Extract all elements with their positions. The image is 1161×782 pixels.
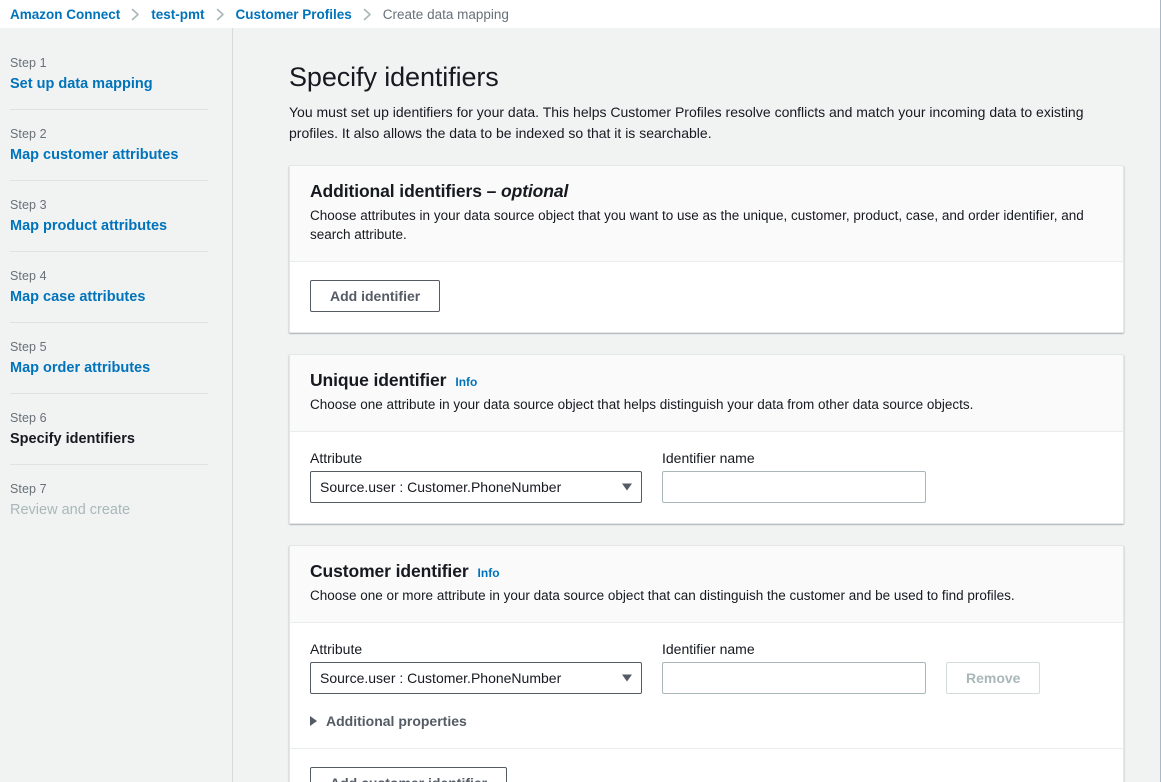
unique-identifier-info-link[interactable]: Info [455,375,477,389]
sidebar-step-7-number: Step 7 [10,482,208,496]
wizard-sidebar: Step 1 Set up data mapping Step 2 Map cu… [0,28,233,782]
unique-identifier-title-row: Unique identifier Info [310,370,1103,391]
sidebar-step-5-number: Step 5 [10,340,208,354]
sidebar-step-4: Step 4 Map case attributes [10,252,208,323]
sidebar-step-4-number: Step 4 [10,269,208,283]
breadcrumb-item-create-data-mapping: Create data mapping [383,7,509,22]
main-content: Specify identifiers You must set up iden… [233,28,1160,782]
breadcrumb: Amazon Connect test-pmt Customer Profile… [0,0,1160,28]
sidebar-step-3: Step 3 Map product attributes [10,181,208,252]
sidebar-step-1-label[interactable]: Set up data mapping [10,76,208,92]
sidebar-step-2: Step 2 Map customer attributes [10,110,208,181]
unique-identifier-attribute-select-wrap: Source.user : Customer.PhoneNumber [310,471,642,503]
additional-identifiers-optional-tag: optional [501,181,568,201]
additional-properties-label: Additional properties [326,713,467,729]
customer-identifier-card: Customer identifier Info Choose one or m… [289,545,1124,782]
add-identifier-button[interactable]: Add identifier [310,280,440,312]
customer-identifier-footer: Add customer identifier [310,749,1103,782]
customer-identifier-attribute-select[interactable]: Source.user : Customer.PhoneNumber [310,662,642,694]
unique-identifier-name-input[interactable] [662,471,926,503]
chevron-right-icon [310,716,317,726]
sidebar-step-4-label[interactable]: Map case attributes [10,289,208,305]
customer-identifier-info-link[interactable]: Info [478,566,500,580]
sidebar-step-6-number: Step 6 [10,411,208,425]
customer-identifier-body: Attribute Source.user : Customer.PhoneNu… [290,623,1123,782]
sidebar-step-1-number: Step 1 [10,56,208,70]
sidebar-step-3-number: Step 3 [10,198,208,212]
customer-identifier-attribute-select-wrap: Source.user : Customer.PhoneNumber [310,662,642,694]
customer-identifier-name-label: Identifier name [662,641,926,657]
additional-identifiers-title-row: Additional identifiers – optional [310,181,1103,202]
additional-identifiers-body: Add identifier [290,262,1123,332]
unique-identifier-field-row: Attribute Source.user : Customer.PhoneNu… [310,450,1103,503]
customer-identifier-name-input[interactable] [662,662,926,694]
customer-identifier-header: Customer identifier Info Choose one or m… [290,546,1123,623]
sidebar-step-6: Step 6 Specify identifiers [10,394,208,465]
chevron-right-icon [120,8,151,21]
additional-identifiers-title-text: Additional identifiers [310,181,482,201]
sidebar-step-5: Step 5 Map order attributes [10,323,208,394]
customer-identifier-attribute-label: Attribute [310,641,642,657]
breadcrumb-item-customer-profiles[interactable]: Customer Profiles [236,7,352,22]
page-content: Step 1 Set up data mapping Step 2 Map cu… [0,28,1160,782]
sidebar-step-7-label: Review and create [10,502,208,518]
sidebar-step-3-label[interactable]: Map product attributes [10,218,208,234]
unique-identifier-card: Unique identifier Info Choose one attrib… [289,354,1124,524]
chevron-right-icon [205,8,236,21]
unique-identifier-header: Unique identifier Info Choose one attrib… [290,355,1123,432]
breadcrumb-item-test-pmt[interactable]: test-pmt [151,7,204,22]
unique-identifier-name-label: Identifier name [662,450,926,466]
sidebar-step-5-label[interactable]: Map order attributes [10,360,208,376]
sidebar-step-2-number: Step 2 [10,127,208,141]
add-customer-identifier-button[interactable]: Add customer identifier [310,767,507,782]
page-title: Specify identifiers [289,62,1124,93]
additional-identifiers-card: Additional identifiers – optional Choose… [289,165,1124,333]
title-dash: – [487,181,497,201]
unique-identifier-attribute-label: Attribute [310,450,642,466]
sidebar-step-7: Step 7 Review and create [10,465,208,535]
chevron-right-icon [352,8,383,21]
sidebar-step-6-label: Specify identifiers [10,431,208,447]
page-root: Amazon Connect test-pmt Customer Profile… [0,0,1161,782]
unique-identifier-attribute-select[interactable]: Source.user : Customer.PhoneNumber [310,471,642,503]
remove-customer-identifier-button: Remove [946,662,1040,694]
customer-identifier-field-row: Attribute Source.user : Customer.PhoneNu… [310,641,1103,694]
additional-identifiers-description: Choose attributes in your data source ob… [310,206,1103,244]
customer-identifier-description: Choose one or more attribute in your dat… [310,586,1103,605]
additional-properties-toggle[interactable]: Additional properties [310,713,467,729]
page-description: You must set up identifiers for your dat… [289,102,1119,144]
customer-identifier-name-field: Identifier name [662,641,926,694]
additional-identifiers-header: Additional identifiers – optional Choose… [290,166,1123,262]
customer-identifier-title: Customer identifier [310,561,469,582]
unique-identifier-name-field: Identifier name [662,450,926,503]
sidebar-step-2-label[interactable]: Map customer attributes [10,147,208,163]
unique-identifier-attribute-field: Attribute Source.user : Customer.PhoneNu… [310,450,642,503]
customer-identifier-title-row: Customer identifier Info [310,561,1103,582]
sidebar-step-1: Step 1 Set up data mapping [10,56,208,110]
unique-identifier-title: Unique identifier [310,370,446,391]
unique-identifier-body: Attribute Source.user : Customer.PhoneNu… [290,432,1123,523]
breadcrumb-item-amazon-connect[interactable]: Amazon Connect [10,7,120,22]
customer-identifier-attribute-field: Attribute Source.user : Customer.PhoneNu… [310,641,642,694]
additional-identifiers-title: Additional identifiers – optional [310,181,568,202]
unique-identifier-description: Choose one attribute in your data source… [310,395,1103,414]
